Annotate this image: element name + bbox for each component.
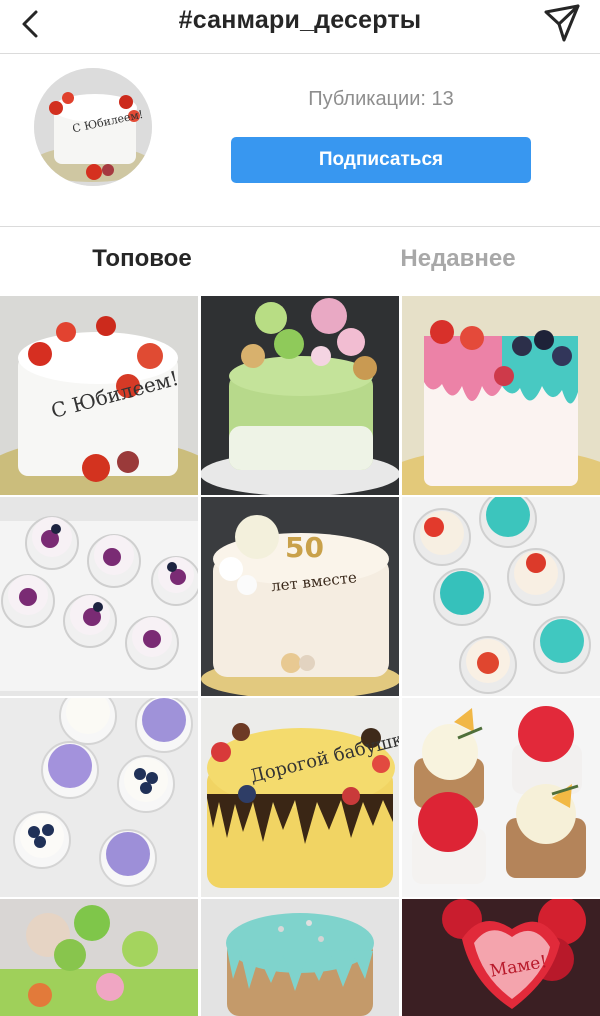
posts-label: Публикации: [308, 88, 426, 110]
post-grid: С Юбилеем! 50 лет вместе Дорогой бабушке… [0, 296, 600, 1016]
post-tile[interactable] [402, 698, 600, 897]
post-tile[interactable] [0, 698, 198, 897]
post-tile[interactable]: Дорогой бабушке [201, 698, 399, 897]
posts-number: 13 [431, 88, 454, 110]
tab-top[interactable]: Топовое [0, 245, 292, 273]
post-tile[interactable] [402, 296, 600, 495]
cake-number: 50 [285, 531, 324, 564]
post-tile[interactable]: С Юбилеем! [0, 296, 198, 495]
hashtag-title: #санмари_десерты [178, 6, 422, 34]
follow-button[interactable]: Подписаться [231, 137, 531, 183]
post-tile[interactable] [402, 497, 600, 696]
post-tile[interactable] [0, 497, 198, 696]
paper-plane-icon [544, 4, 580, 42]
post-tile[interactable] [201, 296, 399, 495]
post-tile[interactable]: Маме! [402, 899, 600, 1016]
hashtag-avatar: С Юбилеем! [34, 68, 152, 186]
header-bar: #санмари_десерты [0, 0, 600, 54]
hashtag-header: С Юбилеем! Публикации: 13 Подписаться [0, 55, 600, 227]
post-tile[interactable] [0, 899, 198, 1016]
post-tile[interactable] [201, 899, 399, 1016]
feed-tabs: Топовое Недавнее [0, 227, 600, 295]
tab-recent[interactable]: Недавнее [308, 245, 600, 273]
post-tile[interactable]: 50 лет вместе [201, 497, 399, 696]
share-button[interactable] [540, 2, 584, 46]
posts-count: Публикации: 13 [230, 88, 532, 111]
